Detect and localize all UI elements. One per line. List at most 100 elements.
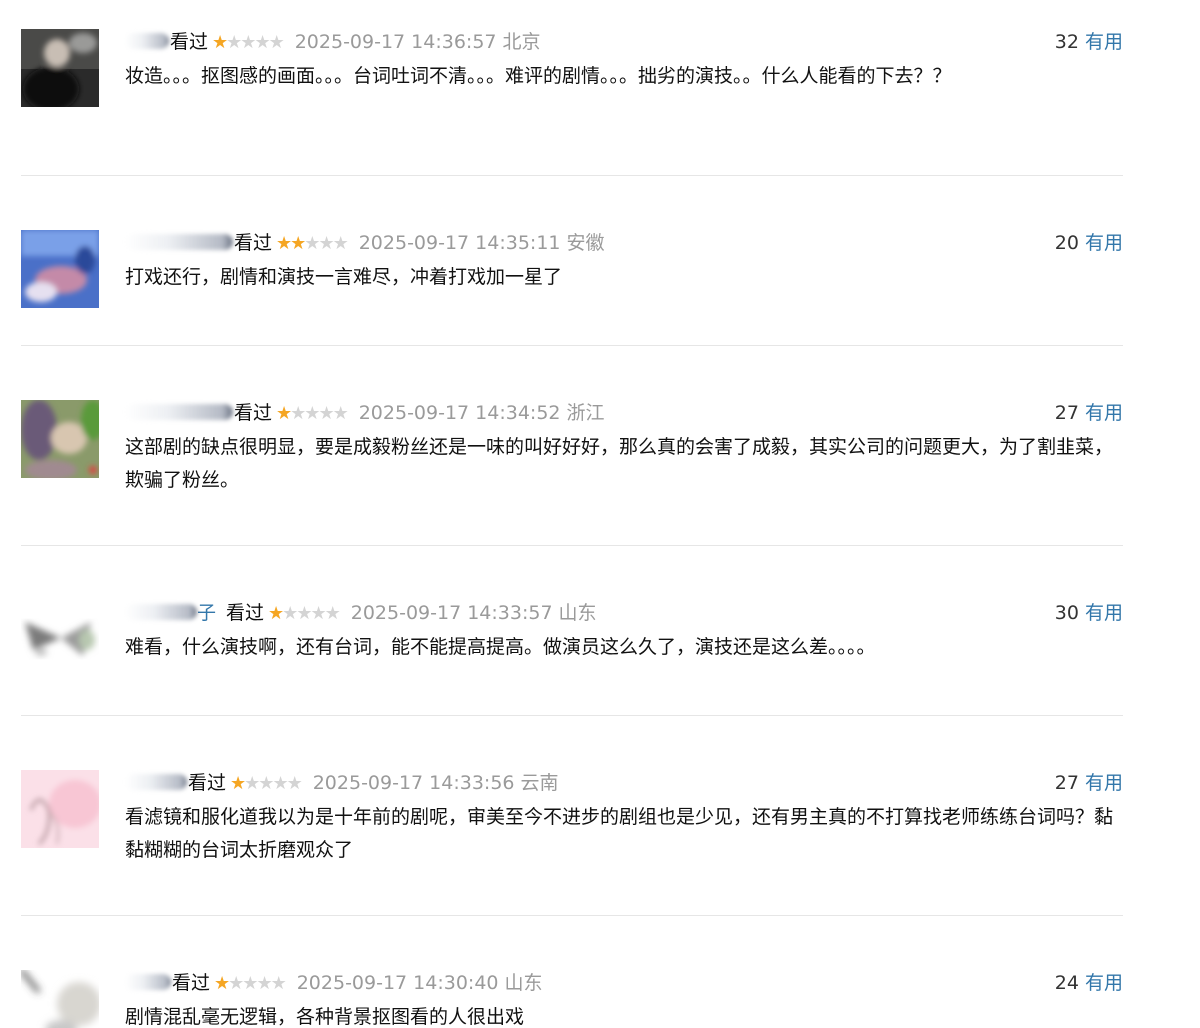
comment-time: 2025-09-17 14:35:11 [358,232,561,254]
comment-text: 剧情混乱毫无逻辑，各种背景抠图看的人很出戏 [125,1006,525,1028]
star-filled-icon: ★ [268,603,284,624]
user-name[interactable] [125,33,169,49]
comment-header: 子看过 ★★★★★ 2025-09-17 14:33:57 山东 [125,600,1123,626]
vote-count: 24 [1054,972,1079,994]
useful-button[interactable]: 有用 [1085,602,1123,624]
comment-item: 看过 ★★★★★ 2025-09-17 14:33:56 云南 27 有用 看滤镜和服化… [21,770,1123,920]
rating-stars: ★★★★★ [214,971,287,997]
avatar[interactable] [21,600,99,678]
star-empty-icon: ★ [228,973,244,994]
useful-vote: 27 有用 [1055,400,1123,426]
star-empty-icon: ★ [244,773,260,794]
comment-text: 打戏还行，剧情和演技一言难尽，冲着打戏加一星了 [125,266,563,288]
comment-item: 看过 ★★★★★ 2025-09-17 14:34:52 浙江 27 有用 这部剧的缺点… [21,400,1123,550]
star-empty-icon: ★ [240,32,256,53]
comment-time: 2025-09-17 14:30:40 [296,972,499,994]
star-filled-icon: ★ [276,403,292,424]
comment-location: 云南 [520,772,559,794]
useful-button[interactable]: 有用 [1085,772,1123,794]
useful-vote: 20 有用 [1055,230,1123,256]
user-name[interactable] [125,404,233,420]
avatar[interactable] [21,970,99,1028]
star-filled-icon: ★ [212,32,228,53]
comment-item: 看过 ★★★★★ 2025-09-17 14:35:11 安徽 20 有用 打戏还行，剧… [21,230,1123,350]
star-empty-icon: ★ [282,603,298,624]
rating-stars: ★★★★★ [230,771,303,797]
user-name[interactable] [125,774,187,790]
comment-text: 难看，什么演技啊，还有台词，能不能提高提高。做演员这么久了，演技还是这么差。。。… [125,636,876,658]
useful-vote: 27 有用 [1055,770,1123,796]
divider [21,345,1123,346]
comment-time: 2025-09-17 14:36:57 [294,31,497,53]
rating-stars: ★★★★★ [276,231,349,257]
comment-header: 看过 ★★★★★ 2025-09-17 14:30:40 山东 [125,970,1123,996]
comment-text: 看滤镜和服化道我以为是十年前的剧呢，审美至今不进步的剧组也是少见，还有男主真的不… [125,806,1114,861]
avatar[interactable] [21,29,99,107]
watch-status: 看过 [234,402,273,424]
star-empty-icon: ★ [256,973,272,994]
vote-count: 20 [1054,232,1079,254]
star-filled-icon: ★ [230,773,246,794]
watch-status: 看过 [170,31,209,53]
star-empty-icon: ★ [226,32,242,53]
avatar[interactable] [21,770,99,848]
useful-button[interactable]: 有用 [1085,232,1123,254]
star-filled-icon: ★ [276,233,292,254]
rating-stars: ★★★★★ [276,401,349,427]
vote-count: 32 [1054,31,1079,53]
star-empty-icon: ★ [268,32,285,53]
user-name[interactable] [125,974,171,990]
comment-time: 2025-09-17 14:33:57 [350,602,553,624]
comment-location: 安徽 [566,232,605,254]
comment-item: 看过 ★★★★★ 2025-09-17 14:36:57 北京 32 有用 妆造。。。抠… [21,29,1123,179]
divider [21,915,1123,916]
user-name[interactable] [125,234,233,250]
star-empty-icon: ★ [296,603,312,624]
useful-button[interactable]: 有用 [1085,402,1123,424]
comment-header: 看过 ★★★★★ 2025-09-17 14:33:56 云南 [125,770,1123,796]
comment-location: 山东 [504,972,543,994]
divider [21,175,1123,176]
avatar[interactable] [21,230,99,308]
rating-stars: ★★★★★ [268,601,341,627]
useful-button[interactable]: 有用 [1085,31,1123,53]
user-name[interactable] [125,604,197,620]
comment-text: 妆造。。。抠图感的画面。。。台词吐词不清。。。难评的剧情。。。拙劣的演技。。什么… [125,65,952,87]
user-name-tail[interactable]: 子 [197,602,216,624]
star-empty-icon: ★ [242,973,258,994]
watch-status: 看过 [226,602,265,624]
star-empty-icon: ★ [272,773,288,794]
comment-item: 子看过 ★★★★★ 2025-09-17 14:33:57 山东 30 有用 难看，什么… [21,600,1123,720]
rating-stars: ★★★★★ [212,30,285,56]
comment-time: 2025-09-17 14:34:52 [358,402,561,424]
comment-header: 看过 ★★★★★ 2025-09-17 14:35:11 安徽 [125,230,1123,256]
comment-header: 看过 ★★★★★ 2025-09-17 14:34:52 浙江 [125,400,1123,426]
star-empty-icon: ★ [310,603,326,624]
comment-location: 浙江 [566,402,605,424]
star-empty-icon: ★ [290,403,306,424]
watch-status: 看过 [188,772,227,794]
comment-location: 山东 [558,602,597,624]
vote-count: 30 [1054,602,1079,624]
star-empty-icon: ★ [332,403,349,424]
star-empty-icon: ★ [332,233,349,254]
comment-location: 北京 [502,31,541,53]
star-empty-icon: ★ [318,233,334,254]
useful-vote: 32 有用 [1055,29,1123,55]
comment-item: 看过 ★★★★★ 2025-09-17 14:30:40 山东 24 有用 剧情混乱毫无… [21,970,1123,1028]
star-filled-icon: ★ [214,973,230,994]
watch-status: 看过 [172,972,211,994]
star-empty-icon: ★ [304,233,320,254]
comment-text: 这部剧的缺点很明显，要是成毅粉丝还是一味的叫好好好，那么真的会害了成毅，其实公司… [125,436,1114,491]
star-empty-icon: ★ [286,773,303,794]
vote-count: 27 [1054,402,1079,424]
divider [21,715,1123,716]
avatar[interactable] [21,400,99,478]
star-empty-icon: ★ [254,32,270,53]
comment-time: 2025-09-17 14:33:56 [312,772,515,794]
useful-button[interactable]: 有用 [1085,972,1123,994]
star-empty-icon: ★ [318,403,334,424]
star-empty-icon: ★ [270,973,287,994]
useful-vote: 30 有用 [1055,600,1123,626]
vote-count: 27 [1054,772,1079,794]
